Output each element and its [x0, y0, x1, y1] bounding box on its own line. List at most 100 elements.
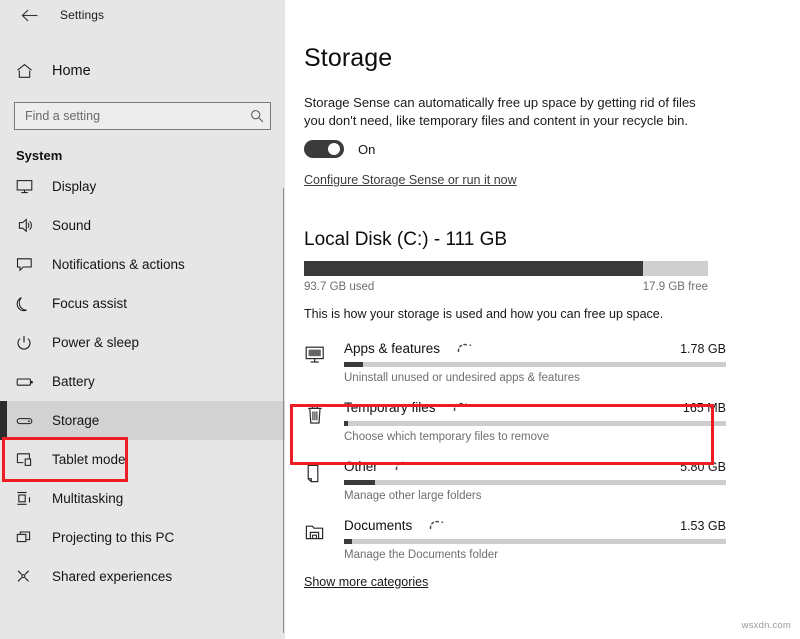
disk-usage-legend: 93.7 GB used 17.9 GB free [304, 281, 708, 293]
main-content: Storage Storage Sense can automatically … [285, 0, 800, 639]
storage-category-list: Apps & features 1.78 GB Uninstall unused… [304, 337, 800, 573]
storage-sense-toggle-row: On [304, 140, 800, 158]
storage-category-subtitle: Manage other large folders [344, 490, 800, 502]
sidebar-item-label: Power & sleep [52, 335, 139, 350]
storage-category-body: Other 5.80 GB Manage other large folders [344, 457, 800, 502]
storage-category-bar [344, 480, 726, 485]
title-bar: Settings [0, 0, 285, 30]
sidebar-item-label: Focus assist [52, 296, 127, 311]
storage-category-header: Other 5.80 GB [344, 459, 726, 474]
search-box[interactable] [14, 102, 271, 130]
storage-category-size: 165 MB [683, 401, 726, 415]
storage-category-row[interactable]: Other 5.80 GB Manage other large folders [304, 455, 800, 514]
storage-howto-text: This is how your storage is used and how… [304, 307, 800, 321]
toggle-knob [328, 143, 340, 155]
multitasking-icon [16, 491, 42, 506]
storage-category-row[interactable]: Temporary files 165 MB Choose which temp… [304, 396, 800, 455]
sidebar-item-shared-experiences[interactable]: Shared experiences [0, 557, 285, 596]
storage-category-subtitle: Manage the Documents folder [344, 549, 800, 561]
folder-docs-icon [304, 516, 344, 542]
battery-icon [16, 376, 42, 388]
storage-category-size: 1.78 GB [680, 342, 726, 356]
loading-spinner-icon [394, 461, 412, 471]
disk-used-label: 93.7 GB used [304, 281, 374, 293]
storage-category-header: Documents 1.53 GB [344, 518, 726, 533]
search-input[interactable] [25, 109, 250, 123]
storage-category-body: Documents 1.53 GB Manage the Documents f… [344, 516, 800, 561]
chat-bubble-icon [16, 257, 42, 272]
monitor-icon [16, 179, 42, 194]
apps-monitor-icon [304, 339, 344, 365]
speaker-icon [16, 218, 42, 233]
storage-sense-toggle[interactable] [304, 140, 344, 158]
sidebar-item-storage[interactable]: Storage [0, 401, 285, 440]
storage-category-name: Other [344, 459, 378, 474]
drive-icon [16, 415, 42, 427]
sidebar-item-multitasking[interactable]: Multitasking [0, 479, 285, 518]
storage-category-body: Apps & features 1.78 GB Uninstall unused… [344, 339, 800, 384]
page-icon [304, 457, 344, 485]
sidebar-item-home[interactable]: Home [0, 52, 285, 90]
storage-category-subtitle: Choose which temporary files to remove [344, 431, 800, 443]
disk-usage-fill [304, 261, 643, 276]
storage-category-header: Temporary files 165 MB [344, 400, 726, 415]
sidebar-scrollbar[interactable] [283, 188, 284, 633]
storage-category-bar [344, 362, 726, 367]
tablet-icon [16, 452, 42, 467]
disk-free-label: 17.9 GB free [643, 281, 708, 293]
sidebar-item-label: Multitasking [52, 491, 123, 506]
project-screen-icon [16, 530, 42, 545]
storage-category-bar [344, 539, 726, 544]
storage-category-row[interactable]: Apps & features 1.78 GB Uninstall unused… [304, 337, 800, 396]
configure-storage-sense-link[interactable]: Configure Storage Sense or run it now [304, 173, 517, 187]
storage-category-bar-fill [344, 421, 348, 426]
search-icon[interactable] [250, 109, 264, 123]
local-disk-title: Local Disk (C:) - 111 GB [304, 229, 800, 251]
storage-category-size: 1.53 GB [680, 519, 726, 533]
storage-category-header: Apps & features 1.78 GB [344, 341, 726, 356]
sidebar-item-label: Projecting to this PC [52, 530, 174, 545]
loading-spinner-icon [428, 520, 446, 530]
storage-category-row[interactable]: Documents 1.53 GB Manage the Documents f… [304, 514, 800, 573]
moon-icon [16, 296, 42, 312]
disk-usage-bar [304, 261, 708, 276]
sidebar-item-label: Tablet mode [52, 452, 126, 467]
trash-icon [304, 398, 344, 426]
watermark: wsxdn.com [742, 620, 791, 631]
loading-spinner-icon [456, 343, 474, 353]
page-title: Storage [304, 44, 800, 73]
home-icon [16, 63, 42, 79]
storage-category-body: Temporary files 165 MB Choose which temp… [344, 398, 800, 443]
sidebar-item-label: Storage [52, 413, 99, 428]
storage-category-bar-fill [344, 362, 363, 367]
sidebar-item-tablet-mode[interactable]: Tablet mode [0, 440, 285, 479]
sidebar: Settings Home System [0, 0, 285, 639]
home-label: Home [52, 63, 91, 79]
sidebar-section-label: System [0, 148, 285, 163]
storage-category-size: 5.80 GB [680, 460, 726, 474]
back-arrow-icon[interactable] [12, 4, 46, 26]
storage-category-name: Temporary files [344, 400, 436, 415]
power-icon [16, 335, 42, 351]
sidebar-item-battery[interactable]: Battery [0, 362, 285, 401]
sidebar-item-power-sleep[interactable]: Power & sleep [0, 323, 285, 362]
storage-category-bar-fill [344, 539, 352, 544]
sidebar-item-label: Notifications & actions [52, 257, 185, 272]
sidebar-item-label: Display [52, 179, 96, 194]
sidebar-item-sound[interactable]: Sound [0, 206, 285, 245]
show-more-categories-link[interactable]: Show more categories [304, 575, 428, 589]
sidebar-item-projecting[interactable]: Projecting to this PC [0, 518, 285, 557]
sidebar-nav-list: Display Sound Notifica [0, 167, 285, 596]
sidebar-item-display[interactable]: Display [0, 167, 285, 206]
sidebar-item-label: Sound [52, 218, 91, 233]
storage-category-bar [344, 421, 726, 426]
sidebar-item-focus-assist[interactable]: Focus assist [0, 284, 285, 323]
storage-category-name: Documents [344, 518, 412, 533]
storage-sense-description: Storage Sense can automatically free up … [304, 94, 714, 130]
toggle-state-label: On [358, 142, 375, 157]
storage-category-bar-fill [344, 480, 375, 485]
settings-window: Settings Home System [0, 0, 800, 639]
sidebar-item-notifications[interactable]: Notifications & actions [0, 245, 285, 284]
storage-category-subtitle: Uninstall unused or undesired apps & fea… [344, 372, 800, 384]
sidebar-item-label: Battery [52, 374, 95, 389]
